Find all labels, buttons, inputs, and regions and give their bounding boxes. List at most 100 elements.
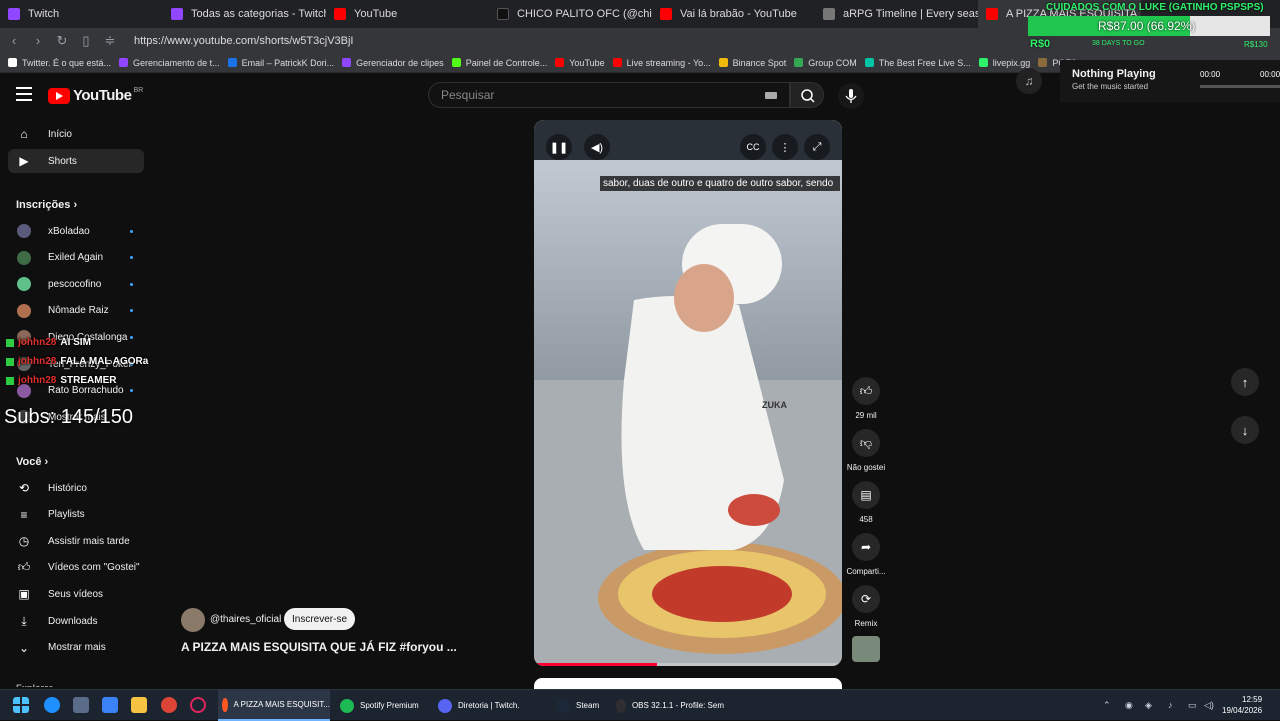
bookmark-item[interactable]: Binance Spot: [718, 58, 786, 68]
bookmark-favicon-icon: [555, 58, 565, 67]
bookmark-item[interactable]: Twitter. É o que está...: [8, 58, 111, 68]
bookmark-item[interactable]: Live streaming - Yo...: [612, 58, 711, 68]
bookmark-favicon-icon: [8, 58, 17, 67]
captions-button[interactable]: CC: [740, 134, 766, 160]
sidebar-you-item[interactable]: ▣ Seus vídeos: [8, 582, 144, 606]
bookmark-item[interactable]: livepix.gg: [978, 58, 1030, 68]
bookmark-label: Twitter. É o que está...: [22, 57, 112, 68]
more-button[interactable]: ⋮: [772, 134, 798, 160]
bookmark-item[interactable]: Group COM: [794, 58, 857, 68]
mic-tray-icon[interactable]: ♪: [1168, 700, 1173, 710]
video-title[interactable]: A PIZZA MAIS ESQUISITA QUE JÁ FIZ #foryo…: [181, 640, 457, 654]
steam-tray-icon[interactable]: ◈: [1145, 700, 1152, 711]
network-icon[interactable]: ▭: [1188, 700, 1197, 711]
sidebar-item-label: Downloads: [48, 615, 98, 627]
pause-button[interactable]: ❚❚: [546, 134, 572, 160]
sound-thumbnail[interactable]: [852, 636, 880, 662]
video-progress-bar[interactable]: [534, 663, 842, 666]
sidebar-item-shorts[interactable]: ▶ Shorts: [8, 149, 144, 173]
action-label: Remix: [854, 619, 878, 628]
comment-action[interactable]: ▤ 458: [841, 481, 891, 524]
back-icon[interactable]: ‹: [4, 33, 24, 48]
volume-button[interactable]: ◀): [584, 134, 610, 160]
sidebar-you-item[interactable]: ⌄ Mostrar mais: [8, 636, 144, 660]
sidebar-subscription-item[interactable]: pescocofino: [8, 272, 144, 296]
sidebar-you-item[interactable]: ⟲ Histórico: [8, 476, 144, 500]
browser-tab[interactable]: Todas as categorias - Twitch: [163, 0, 326, 28]
bookmark-item[interactable]: YouTube: [555, 58, 605, 68]
you-heading[interactable]: Você ›: [16, 456, 48, 468]
volume-tray-icon[interactable]: ◁): [1204, 700, 1214, 711]
search-input[interactable]: Pesquisar: [428, 82, 790, 108]
windows-start-icon[interactable]: [13, 697, 29, 713]
channel-avatar[interactable]: [181, 608, 205, 632]
bookmark-item[interactable]: Gerenciador de clipes: [342, 58, 444, 68]
taskbar-app[interactable]: Diretoria | Twitch.: [434, 690, 546, 721]
sidebar-you-item[interactable]: ≡ Playlists: [8, 503, 144, 527]
mic-button[interactable]: [838, 83, 864, 109]
url-field[interactable]: https://www.youtube.com/shorts/w5T3cjV3B…: [134, 35, 353, 47]
menu-icon[interactable]: [16, 87, 32, 101]
taskbar-app[interactable]: OBS 32.1.1 - Profile: Sem: [612, 690, 724, 721]
taskbar-clock[interactable]: 12:59 19/04/2026: [1222, 694, 1262, 716]
forward-icon[interactable]: ›: [28, 33, 48, 48]
chrome-icon[interactable]: [161, 697, 177, 713]
browser-tab[interactable]: aRPG Timeline | Every season. Just o: [815, 0, 978, 28]
taskbar-app[interactable]: Steam: [552, 690, 606, 721]
next-short-preview[interactable]: [534, 678, 842, 689]
dislike-action[interactable]: 👎︎ Não gostei: [841, 429, 891, 472]
chat-badge-icon: [6, 376, 14, 385]
fullscreen-icon: ⤢: [812, 140, 822, 153]
donation-goal-amount: R$87.00 (66.92%): [1098, 19, 1196, 33]
opera-icon[interactable]: [190, 697, 206, 713]
share-action[interactable]: ➦ Comparti...: [841, 533, 891, 576]
like-icon: 👍︎: [852, 377, 880, 405]
now-playing-title: Nothing Playing: [1072, 68, 1156, 80]
sidebar-item-home[interactable]: ⌂ Início: [8, 122, 144, 146]
short-video-player[interactable]: ❚❚ ◀) CC ⋮ ⤢ sabor, duas de outro e quat…: [534, 120, 842, 666]
search-button[interactable]: [790, 82, 824, 108]
donation-goal-bar: R$87.00 (66.92%): [1028, 16, 1270, 36]
browser-tab[interactable]: CHICO PALITO OFC (@chicopalit: [489, 0, 652, 28]
notepad-icon[interactable]: [102, 697, 118, 713]
previous-short-button[interactable]: ↑: [1231, 368, 1259, 396]
tiktok-favicon-icon: [497, 8, 509, 20]
sidebar-subscription-item[interactable]: Exiled Again: [8, 246, 144, 270]
subscribe-button[interactable]: Inscrever-se: [284, 608, 355, 630]
bookmark-item[interactable]: Painel de Controle...: [451, 58, 547, 68]
like-action[interactable]: 👍︎ 29 mil: [841, 377, 891, 420]
bookmark-item[interactable]: Email – PatrickK Dori...: [227, 58, 334, 68]
sidebar-you-item[interactable]: ⤓ Downloads: [8, 609, 144, 633]
reload-icon[interactable]: ↻: [52, 33, 72, 49]
bookmark-favicon-icon: [451, 58, 461, 67]
browser-tab[interactable]: Vai lá brabão - YouTube: [652, 0, 815, 28]
tray-expand-icon[interactable]: ⌃: [1103, 700, 1111, 711]
site-settings-icon[interactable]: ≑: [100, 33, 120, 49]
taskbar-app-label: A PIZZA MAIS ESQUISIT...: [233, 700, 330, 709]
sidebar-you-item[interactable]: 👍︎ Vídeos com "Gostei": [8, 556, 144, 580]
new-content-dot: [130, 309, 133, 313]
keyboard-icon[interactable]: [765, 92, 777, 99]
calculator-icon[interactable]: [73, 697, 89, 713]
taskbar-app[interactable]: Spotify Premium: [336, 690, 428, 721]
next-short-button[interactable]: ↓: [1231, 416, 1259, 444]
folder-icon[interactable]: [131, 697, 147, 713]
browser-tab[interactable]: YouTube: [326, 0, 489, 28]
channel-name[interactable]: @thaires_oficial: [210, 614, 281, 625]
sidebar-subscription-item[interactable]: Nômade Raiz: [8, 299, 144, 323]
sidebar-you-item[interactable]: ◷ Assistir mais tarde: [8, 529, 144, 553]
youtube-logo[interactable]: YouTube BR: [48, 87, 143, 104]
tray-app-icon[interactable]: ◉: [1125, 700, 1133, 711]
edge-icon[interactable]: [44, 697, 60, 713]
subscriptions-heading[interactable]: Inscrições ›: [16, 199, 77, 211]
bookmark-item[interactable]: Gerenciamento de t...: [119, 58, 220, 68]
fullscreen-button[interactable]: ⤢: [804, 134, 830, 160]
sidebar-item-label: Exiled Again: [48, 252, 104, 264]
sidebar-subscription-item[interactable]: xBoladao: [8, 219, 144, 243]
remix-action[interactable]: ⟳ Remix: [841, 585, 891, 628]
bookmark-icon[interactable]: ▯: [76, 33, 96, 49]
taskbar-app[interactable]: A PIZZA MAIS ESQUISIT...: [218, 690, 330, 721]
bookmark-item[interactable]: The Best Free Live S...: [864, 58, 971, 68]
browser-tab[interactable]: Twitch: [0, 0, 163, 28]
sidebar-item-label: Assistir mais tarde: [48, 535, 130, 547]
